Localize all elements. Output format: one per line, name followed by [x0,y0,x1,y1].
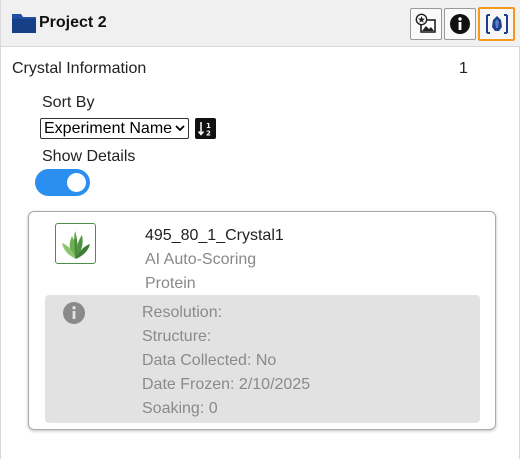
detail-resolution: Resolution: [142,304,223,321]
info-icon [450,14,470,34]
info-button[interactable] [444,8,476,40]
crystal-thumbnail[interactable] [55,223,96,264]
crystal-count: 1 [459,60,468,77]
project-title: Project 2 [39,14,107,31]
crystal-view-button[interactable] [478,7,515,41]
sort-by-selected-value: Experiment Name [44,120,173,137]
project-header: Project 2 [1,0,520,47]
crystal-type: Protein [145,275,196,292]
crystal-details-panel: Resolution: Structure: Data Collected: N… [45,295,480,423]
svg-text:2: 2 [206,130,211,138]
sort-by-label: Sort By [42,94,95,111]
scoring-method: AI Auto-Scoring [145,251,257,268]
show-details-label: Show Details [42,148,136,165]
image-star-icon [415,13,436,33]
crystal-card[interactable]: 495_80_1_Crystal1 AI Auto-Scoring Protei… [28,211,496,430]
chevron-down-icon [175,125,185,132]
detail-soaking: Soaking: 0 [142,400,218,417]
detail-data-collected: Data Collected: No [142,352,277,369]
sort-direction-button[interactable]: 1 2 [195,118,216,139]
folder-icon [12,14,36,33]
detail-structure: Structure: [142,328,212,345]
detail-date-frozen: Date Frozen: 2/10/2025 [142,376,311,393]
image-score-button[interactable] [410,8,442,40]
show-details-toggle[interactable] [35,169,90,196]
crystal-information-title: Crystal Information [12,60,147,77]
protein-leaf-icon [61,230,90,259]
crystal-panel: Project 2 Crystal Information 1 Sort By … [0,0,520,459]
sort-by-select[interactable]: Experiment Name [40,118,189,139]
info-icon [63,302,85,324]
toggle-knob [67,173,86,192]
sort-ascending-icon: 1 2 [197,122,211,138]
crystal-icon [485,14,508,34]
crystal-name: 495_80_1_Crystal1 [145,227,284,244]
